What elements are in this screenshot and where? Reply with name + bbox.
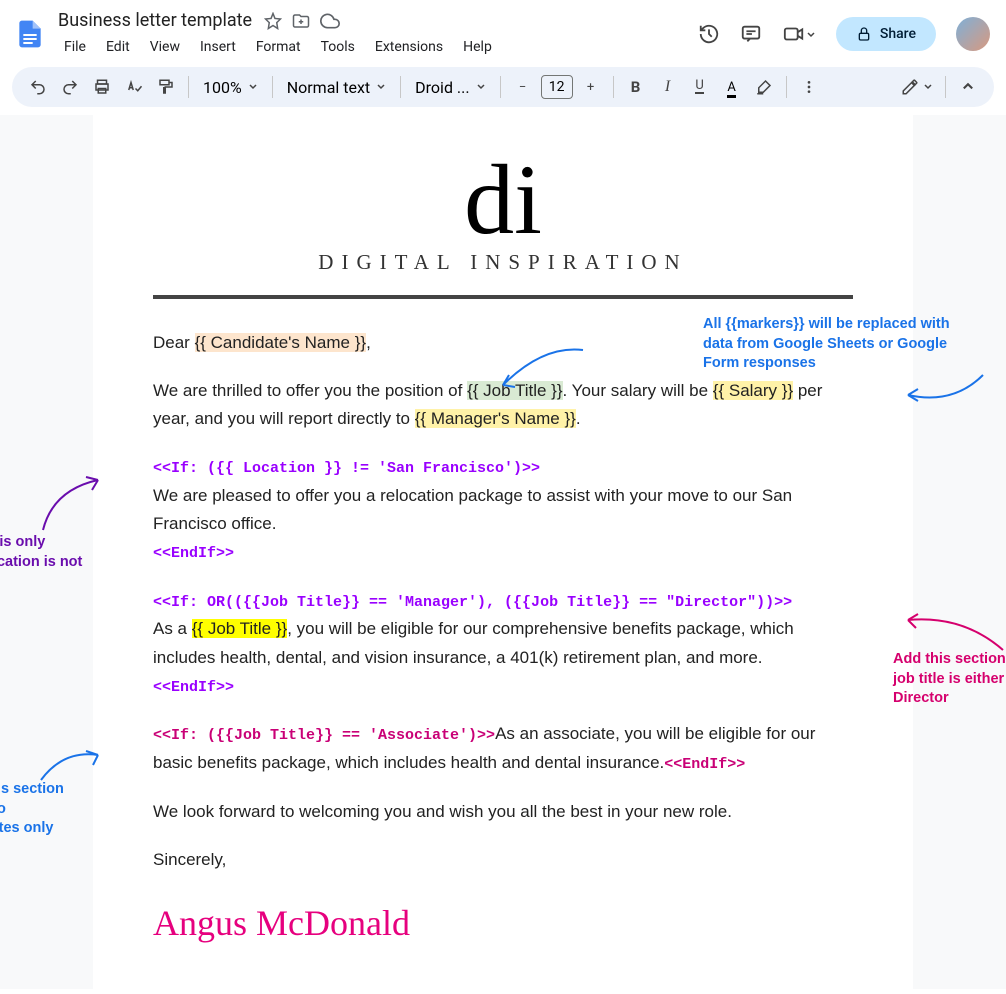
marker-candidate: {{ Candidate's Name }} [195, 333, 366, 352]
bold-button[interactable]: B [622, 73, 650, 101]
more-button[interactable] [795, 73, 823, 101]
history-icon[interactable] [698, 23, 720, 45]
italic-button[interactable]: I [654, 73, 682, 101]
arrow-icon [33, 745, 103, 785]
marker-salary: {{ Salary }} [713, 381, 793, 400]
annotation-sf: Show this only when location is not SF [0, 533, 83, 592]
header-actions: Share [698, 17, 994, 51]
editing-mode-button[interactable] [897, 73, 937, 101]
zoom-dropdown[interactable]: 100% [197, 78, 264, 97]
menu-edit[interactable]: Edit [98, 35, 138, 59]
share-label: Share [880, 26, 916, 42]
highlight-button[interactable] [750, 73, 778, 101]
logo: di DIGITAL INSPIRATION [153, 135, 853, 275]
arrow-icon [903, 370, 993, 410]
collapse-button[interactable] [954, 73, 982, 101]
separator [188, 76, 189, 98]
logo-text: DIGITAL INSPIRATION [153, 250, 853, 275]
menu-extensions[interactable]: Extensions [367, 35, 451, 59]
marker-jobtitle: {{ Job Title }} [467, 381, 562, 400]
endif: <<EndIf>> [153, 679, 234, 696]
menu-view[interactable]: View [142, 35, 188, 59]
text: We are thrilled to offer you the positio… [153, 381, 467, 400]
separator [786, 76, 787, 98]
zoom-value: 100% [203, 78, 242, 97]
menu-insert[interactable]: Insert [192, 35, 244, 59]
avatar[interactable] [956, 17, 990, 51]
text-color-button[interactable]: A [718, 73, 746, 101]
annotation-mgrdir: Add this section when the job title is e… [893, 650, 1006, 709]
if-jobtitle-mgr: <<If: OR(({{Job Title}} == 'Manager'), (… [153, 594, 792, 611]
marker-manager: {{ Manager's Name }} [415, 409, 576, 428]
undo-button[interactable] [24, 73, 52, 101]
star-icon[interactable] [264, 12, 282, 30]
if-location: <<If: ({{ Location }} != 'San Francisco'… [153, 460, 540, 477]
separator [272, 76, 273, 98]
menu-file[interactable]: File [56, 35, 94, 59]
print-button[interactable] [88, 73, 116, 101]
style-value: Normal text [287, 78, 370, 97]
header: Business letter template File Edit View … [0, 0, 1006, 59]
separator [400, 76, 401, 98]
style-dropdown[interactable]: Normal text [281, 78, 392, 97]
text: . Your salary will be [563, 381, 713, 400]
document-page[interactable]: di DIGITAL INSPIRATION Dear {{ Candidate… [93, 115, 913, 993]
menu-bar: File Edit View Insert Format Tools Exten… [56, 35, 690, 59]
move-icon[interactable] [292, 12, 310, 30]
signature: Angus McDonald [153, 894, 853, 953]
separator [613, 76, 614, 98]
text: Dear [153, 333, 195, 352]
marker-jobtitle2: {{ Job Title }} [192, 619, 287, 638]
docs-logo-icon[interactable] [12, 16, 48, 52]
separator [945, 76, 946, 98]
logo-script: di [153, 135, 853, 225]
text: As a [153, 619, 192, 638]
text: . [576, 409, 581, 428]
separator [500, 76, 501, 98]
underline-button[interactable]: U [686, 73, 714, 101]
fontsize-decrease[interactable]: − [509, 73, 537, 101]
comment-icon[interactable] [740, 23, 762, 45]
font-value: Droid ... [415, 78, 469, 97]
redo-button[interactable] [56, 73, 84, 101]
document-title[interactable]: Business letter template [56, 8, 254, 33]
arrow-icon [903, 610, 1006, 655]
menu-help[interactable]: Help [455, 35, 500, 59]
text: Sincerely, [153, 846, 853, 874]
text: We are pleased to offer you a relocation… [153, 486, 792, 533]
menu-tools[interactable]: Tools [313, 35, 363, 59]
if-associate: <<If: ({{Job Title}} == 'Associate')>> [153, 727, 495, 744]
paint-format-button[interactable] [152, 73, 180, 101]
text: We look forward to welcoming you and wis… [153, 798, 853, 826]
font-dropdown[interactable]: Droid ... [409, 78, 491, 97]
meet-icon[interactable] [782, 23, 816, 45]
letter-body[interactable]: Dear {{ Candidate's Name }}, We are thri… [153, 329, 853, 953]
fontsize-increase[interactable]: + [577, 73, 605, 101]
text: , [366, 333, 371, 352]
endif: <<EndIf>> [664, 756, 745, 773]
horizontal-rule [153, 295, 853, 299]
title-area: Business letter template File Edit View … [56, 8, 690, 59]
cloud-icon[interactable] [320, 11, 340, 31]
fontsize-input[interactable]: 12 [541, 75, 573, 99]
annotation-assoc: Make this section visible to Associates … [0, 780, 83, 839]
toolbar: 100% Normal text Droid ... − 12 + B I U … [12, 67, 994, 107]
arrow-icon [33, 475, 103, 535]
menu-format[interactable]: Format [248, 35, 309, 59]
share-button[interactable]: Share [836, 17, 936, 51]
canvas[interactable]: di DIGITAL INSPIRATION Dear {{ Candidate… [0, 115, 1006, 989]
endif: <<EndIf>> [153, 545, 234, 562]
spellcheck-button[interactable] [120, 73, 148, 101]
